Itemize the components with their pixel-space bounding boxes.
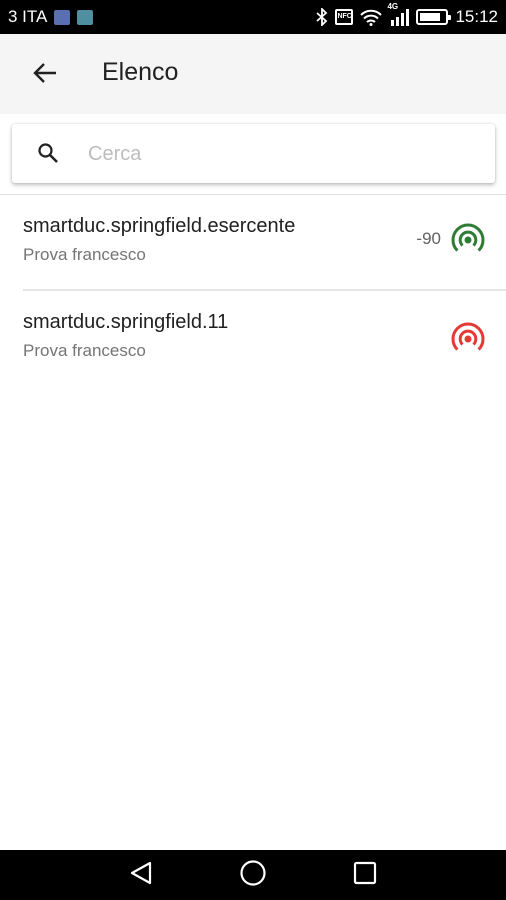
navigation-bar bbox=[0, 850, 506, 900]
cell-signal-icon: 4G bbox=[387, 2, 410, 26]
broadcast-signal-icon bbox=[450, 222, 486, 263]
status-right: NFC 4G 15:12 bbox=[316, 0, 498, 34]
rssi-value: -90 bbox=[416, 229, 441, 248]
clock: 15:12 bbox=[455, 7, 498, 26]
search-bar bbox=[12, 124, 495, 183]
battery-icon bbox=[416, 9, 452, 25]
carrier-label: 3 ITA bbox=[8, 7, 48, 26]
nav-recents-button[interactable] bbox=[350, 860, 380, 890]
notification-mail-icon bbox=[54, 9, 71, 25]
square-recents-icon bbox=[353, 861, 377, 890]
page-title: Elenco bbox=[102, 58, 179, 86]
wifi-icon bbox=[360, 9, 383, 26]
bluetooth-icon bbox=[316, 8, 328, 26]
nav-back-button[interactable] bbox=[126, 860, 156, 890]
list-item[interactable]: smartduc.springfield.esercente Prova fra… bbox=[0, 195, 506, 289]
back-button[interactable] bbox=[24, 54, 66, 96]
triangle-back-icon bbox=[128, 860, 154, 891]
app-bar: Elenco bbox=[0, 34, 506, 114]
search-input[interactable] bbox=[88, 136, 478, 172]
circle-home-icon bbox=[239, 859, 267, 892]
list-item[interactable]: smartduc.springfield.11 Prova francesco bbox=[0, 291, 506, 385]
notification-image-icon bbox=[77, 9, 94, 25]
search-icon[interactable] bbox=[36, 141, 60, 170]
arrow-back-icon bbox=[33, 62, 57, 89]
device-name: smartduc.springfield.esercente bbox=[23, 215, 296, 237]
nav-home-button[interactable] bbox=[238, 859, 268, 892]
battery-fill bbox=[420, 13, 441, 21]
device-name: smartduc.springfield.11 bbox=[23, 311, 229, 333]
broadcast-signal-icon bbox=[450, 321, 486, 362]
device-description: Prova francesco bbox=[23, 245, 146, 264]
status-bar: 3 ITA NFC 4G 15:12 bbox=[0, 0, 506, 34]
status-left: 3 ITA bbox=[8, 0, 94, 34]
network-type-label: 4G bbox=[387, 2, 399, 11]
device-description: Prova francesco bbox=[23, 341, 146, 360]
nfc-icon: NFC bbox=[335, 9, 354, 25]
